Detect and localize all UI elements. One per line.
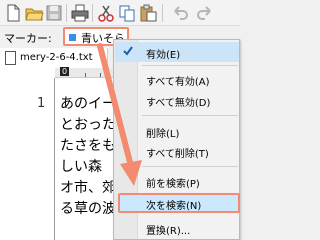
menu-item-label: すべて有効(A) <box>146 77 210 88</box>
print-icon[interactable] <box>70 3 90 23</box>
toolbar-separator <box>162 4 163 22</box>
marker-color-swatch <box>69 34 76 41</box>
checkmark-icon <box>122 45 134 57</box>
menu-separator <box>142 65 238 66</box>
menu-item-label: すべて無効(D) <box>146 98 211 109</box>
menu-item-find-previous[interactable]: 前を検索(P) <box>115 171 239 191</box>
line-number-gutter: 1 <box>0 78 54 240</box>
copy-icon[interactable] <box>117 3 137 23</box>
menu-item-label: 有効(E) <box>146 50 181 61</box>
cut-icon[interactable] <box>96 3 116 23</box>
undo-icon[interactable] <box>170 3 190 23</box>
menu-item-label: 削除(L) <box>146 129 180 140</box>
menu-item-enable-all[interactable]: すべて有効(A) <box>115 69 239 89</box>
context-menu: 有効(E) すべて有効(A) すべて無効(D) 削除(L) すべて削除(T) 前… <box>113 39 240 240</box>
menu-item-replace[interactable]: 置換(R)... <box>115 218 239 238</box>
menu-item-label: 前を検索(P) <box>146 179 200 190</box>
menu-item-disable-all[interactable]: すべて無効(D) <box>115 90 239 110</box>
marker-label: マーカー: <box>4 32 52 45</box>
line-number: 1 <box>37 96 46 111</box>
save-icon[interactable] <box>44 3 64 23</box>
menu-item-label: 置換(R)... <box>146 226 191 237</box>
redo-icon[interactable] <box>195 3 215 23</box>
open-folder-icon[interactable] <box>24 3 44 23</box>
text-file-icon <box>5 51 16 65</box>
menu-item-label: 次を検索(N) <box>146 201 202 212</box>
toolbar-separator <box>66 4 67 22</box>
document-tab[interactable]: mery-2-6-4.txt <box>0 48 108 68</box>
paste-icon[interactable] <box>138 3 158 23</box>
new-file-icon[interactable] <box>3 3 23 23</box>
toolbar <box>0 0 240 26</box>
menu-item-delete[interactable]: 削除(L) <box>115 121 239 141</box>
menu-item-spacer <box>115 150 239 170</box>
ruler-start-label: 0 <box>60 67 70 76</box>
gutter-divider <box>54 78 55 240</box>
menu-item-enable[interactable]: 有効(E) <box>115 42 239 62</box>
menu-separator <box>142 115 238 116</box>
menu-item-find-next[interactable]: 次を検索(N) <box>118 193 240 213</box>
document-tab-title: mery-2-6-4.txt <box>20 52 93 63</box>
toolbar-separator <box>92 4 93 22</box>
